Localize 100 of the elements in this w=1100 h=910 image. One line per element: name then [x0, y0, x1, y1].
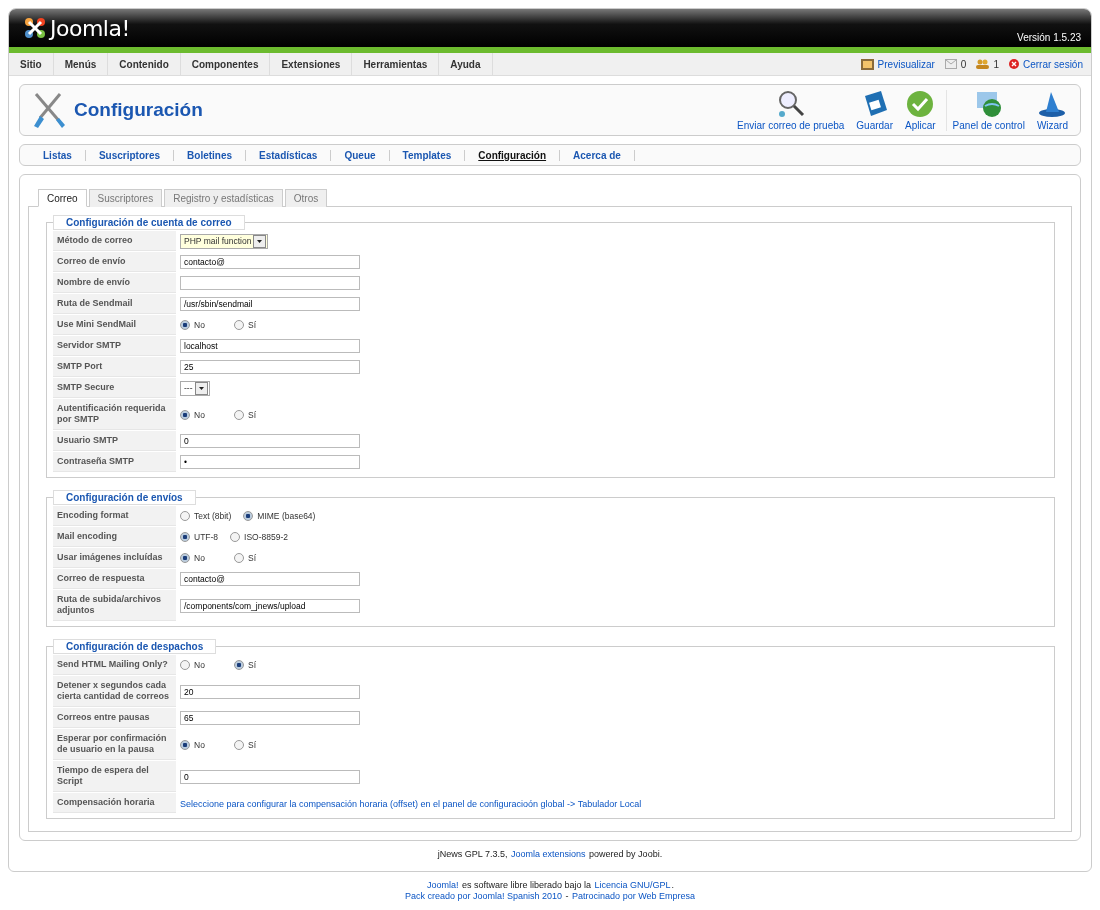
- radio-option[interactable]: ISO-8859-2: [230, 532, 289, 542]
- text-field[interactable]: 0: [180, 434, 360, 448]
- globe-icon: [974, 89, 1003, 118]
- toolbar-button[interactable]: Enviar correo de prueba: [731, 89, 851, 131]
- menu-item[interactable]: Contenido: [108, 53, 181, 75]
- field-label: Método de correo: [53, 231, 176, 251]
- page-title: Configuración: [74, 99, 203, 121]
- caret-icon: [253, 234, 267, 248]
- field-label: Use Mini SendMail: [53, 315, 176, 335]
- menu-item[interactable]: Sitio: [9, 53, 54, 75]
- link[interactable]: Patrocinado por Web Empresa: [571, 891, 696, 901]
- field-label: Esperar por confirmación de usuario en la pausa: [53, 729, 176, 760]
- radio-option[interactable]: No: [180, 409, 222, 420]
- field-label: Autentificación requerida por SMTP: [53, 399, 176, 430]
- radio-option[interactable]: Sí: [234, 660, 276, 670]
- field-label: Servidor SMTP: [53, 336, 176, 356]
- envelope-icon: [944, 59, 957, 69]
- field-label: Tiempo de espera del Script: [53, 761, 176, 792]
- close-icon: [1008, 59, 1019, 69]
- link[interactable]: Licencia GNU/GPL: [593, 880, 672, 890]
- toolbar-button[interactable]: Aplicar: [899, 89, 942, 131]
- field-label: Correo de envío: [53, 252, 176, 272]
- text-field[interactable]: contacto@: [180, 572, 360, 586]
- submenu-link[interactable]: Templates: [389, 149, 466, 161]
- toolbar-button[interactable]: Wizard: [1030, 89, 1074, 131]
- group-title: Configuración de cuenta de correo: [53, 215, 245, 230]
- tools-icon: [32, 90, 66, 130]
- field-label: Contraseña SMTP: [53, 452, 176, 472]
- link[interactable]: Joomla extensions: [510, 849, 587, 859]
- submenu-link[interactable]: Suscriptores: [85, 149, 175, 161]
- text-field[interactable]: •: [180, 455, 360, 469]
- link[interactable]: Joomla!: [425, 880, 460, 890]
- footer-text: Joomla! es software libre liberado bajo la Licencia GNU/GPL.: [424, 880, 676, 890]
- messages-count[interactable]: 0: [944, 58, 967, 70]
- tab[interactable]: Suscriptores: [88, 189, 163, 207]
- radio-option[interactable]: No: [180, 660, 222, 670]
- radio-option[interactable]: Sí: [234, 409, 276, 420]
- field-label: SMTP Port: [53, 357, 176, 377]
- radio-option[interactable]: Sí: [234, 320, 276, 330]
- preview-link[interactable]: Previsualizar: [860, 58, 935, 70]
- tab[interactable]: Otros: [284, 189, 328, 207]
- picture-frame-icon: [860, 58, 874, 70]
- version-text: Versión 1.5.23: [1017, 32, 1081, 43]
- submenu-link[interactable]: Boletines: [174, 149, 247, 161]
- group-title: Configuración de envíos: [53, 490, 196, 505]
- text-field[interactable]: /components/com_jnews/upload: [180, 598, 360, 613]
- submenu-link[interactable]: Queue: [331, 149, 390, 161]
- menu-item[interactable]: Componentes: [180, 53, 271, 75]
- caret-icon: [194, 381, 208, 395]
- users-icon: [976, 59, 990, 69]
- menu-item[interactable]: Extensiones: [270, 53, 353, 75]
- field-label: Correos entre pausas: [53, 708, 176, 728]
- radio-option[interactable]: No: [180, 320, 222, 330]
- radio-option[interactable]: Text (8bit): [180, 511, 232, 521]
- check-icon: [906, 89, 935, 118]
- logout-link[interactable]: Cerrar sesión: [1008, 58, 1083, 70]
- text-field[interactable]: 20: [180, 684, 360, 699]
- menu-item[interactable]: Ayuda: [439, 53, 493, 75]
- dropdown[interactable]: ---: [180, 380, 210, 396]
- submenu-link[interactable]: Configuración: [465, 149, 561, 161]
- field-label: Encoding format: [53, 506, 176, 526]
- radio-option[interactable]: No: [180, 739, 222, 750]
- submenu-link[interactable]: Estadísticas: [246, 149, 332, 161]
- menu-item[interactable]: Menús: [53, 53, 109, 75]
- text-field[interactable]: 0: [180, 769, 360, 784]
- field-label: Send HTML Mailing Only?: [53, 655, 176, 675]
- toolbar-button[interactable]: Guardar: [850, 89, 899, 131]
- radio-option[interactable]: No: [180, 553, 222, 563]
- menu-item[interactable]: Herramientas: [352, 53, 440, 75]
- link[interactable]: Pack creado por Joomla! Spanish 2010: [404, 891, 564, 901]
- text-field[interactable]: localhost: [180, 339, 360, 353]
- link[interactable]: Seleccione para configurar la compensación horaria (offset) en el panel de configuracioón global -> Tabulador Local: [180, 799, 642, 809]
- radio-option[interactable]: Sí: [234, 739, 276, 750]
- text-field[interactable]: 65: [180, 711, 360, 725]
- field-label: Ruta de subida/archivos adjuntos: [53, 590, 176, 621]
- submenu-link[interactable]: Acerca de: [560, 149, 635, 161]
- logo-text: Joomla!: [50, 15, 130, 41]
- field-label: Mail encoding: [53, 527, 176, 547]
- radio-option[interactable]: Sí: [234, 553, 276, 563]
- radio-option[interactable]: UTF-8: [180, 532, 219, 542]
- text-field[interactable]: /usr/sbin/sendmail: [180, 297, 360, 311]
- field-label: SMTP Secure: [53, 378, 176, 398]
- field-label: Compensación horaria: [53, 793, 176, 813]
- toolbar-button[interactable]: Panel de control: [945, 89, 1031, 131]
- text-field[interactable]: contacto@: [180, 255, 360, 269]
- credits-text: jNews GPL 7.3.5, Joomla extensions powered by Joobi.: [436, 849, 664, 859]
- field-label: Correo de respuesta: [53, 569, 176, 589]
- field-label: Nombre de envío: [53, 273, 176, 293]
- field-label: Ruta de Sendmail: [53, 294, 176, 314]
- logo-icon: [23, 16, 47, 40]
- dropdown[interactable]: PHP mail function: [180, 233, 269, 249]
- text-field[interactable]: 25: [180, 360, 360, 374]
- field-label: Usuario SMTP: [53, 431, 176, 451]
- submenu-link[interactable]: Listas: [30, 149, 86, 161]
- text-field[interactable]: [180, 276, 360, 290]
- radio-option[interactable]: MIME (base64): [243, 511, 316, 521]
- users-count[interactable]: 1: [976, 58, 999, 70]
- tab[interactable]: Registro y estadísticas: [164, 189, 283, 207]
- footer-text: Pack creado por Joomla! Spanish 2010 - Patrocinado por Web Empresa: [403, 891, 697, 901]
- tab[interactable]: Correo: [38, 189, 87, 207]
